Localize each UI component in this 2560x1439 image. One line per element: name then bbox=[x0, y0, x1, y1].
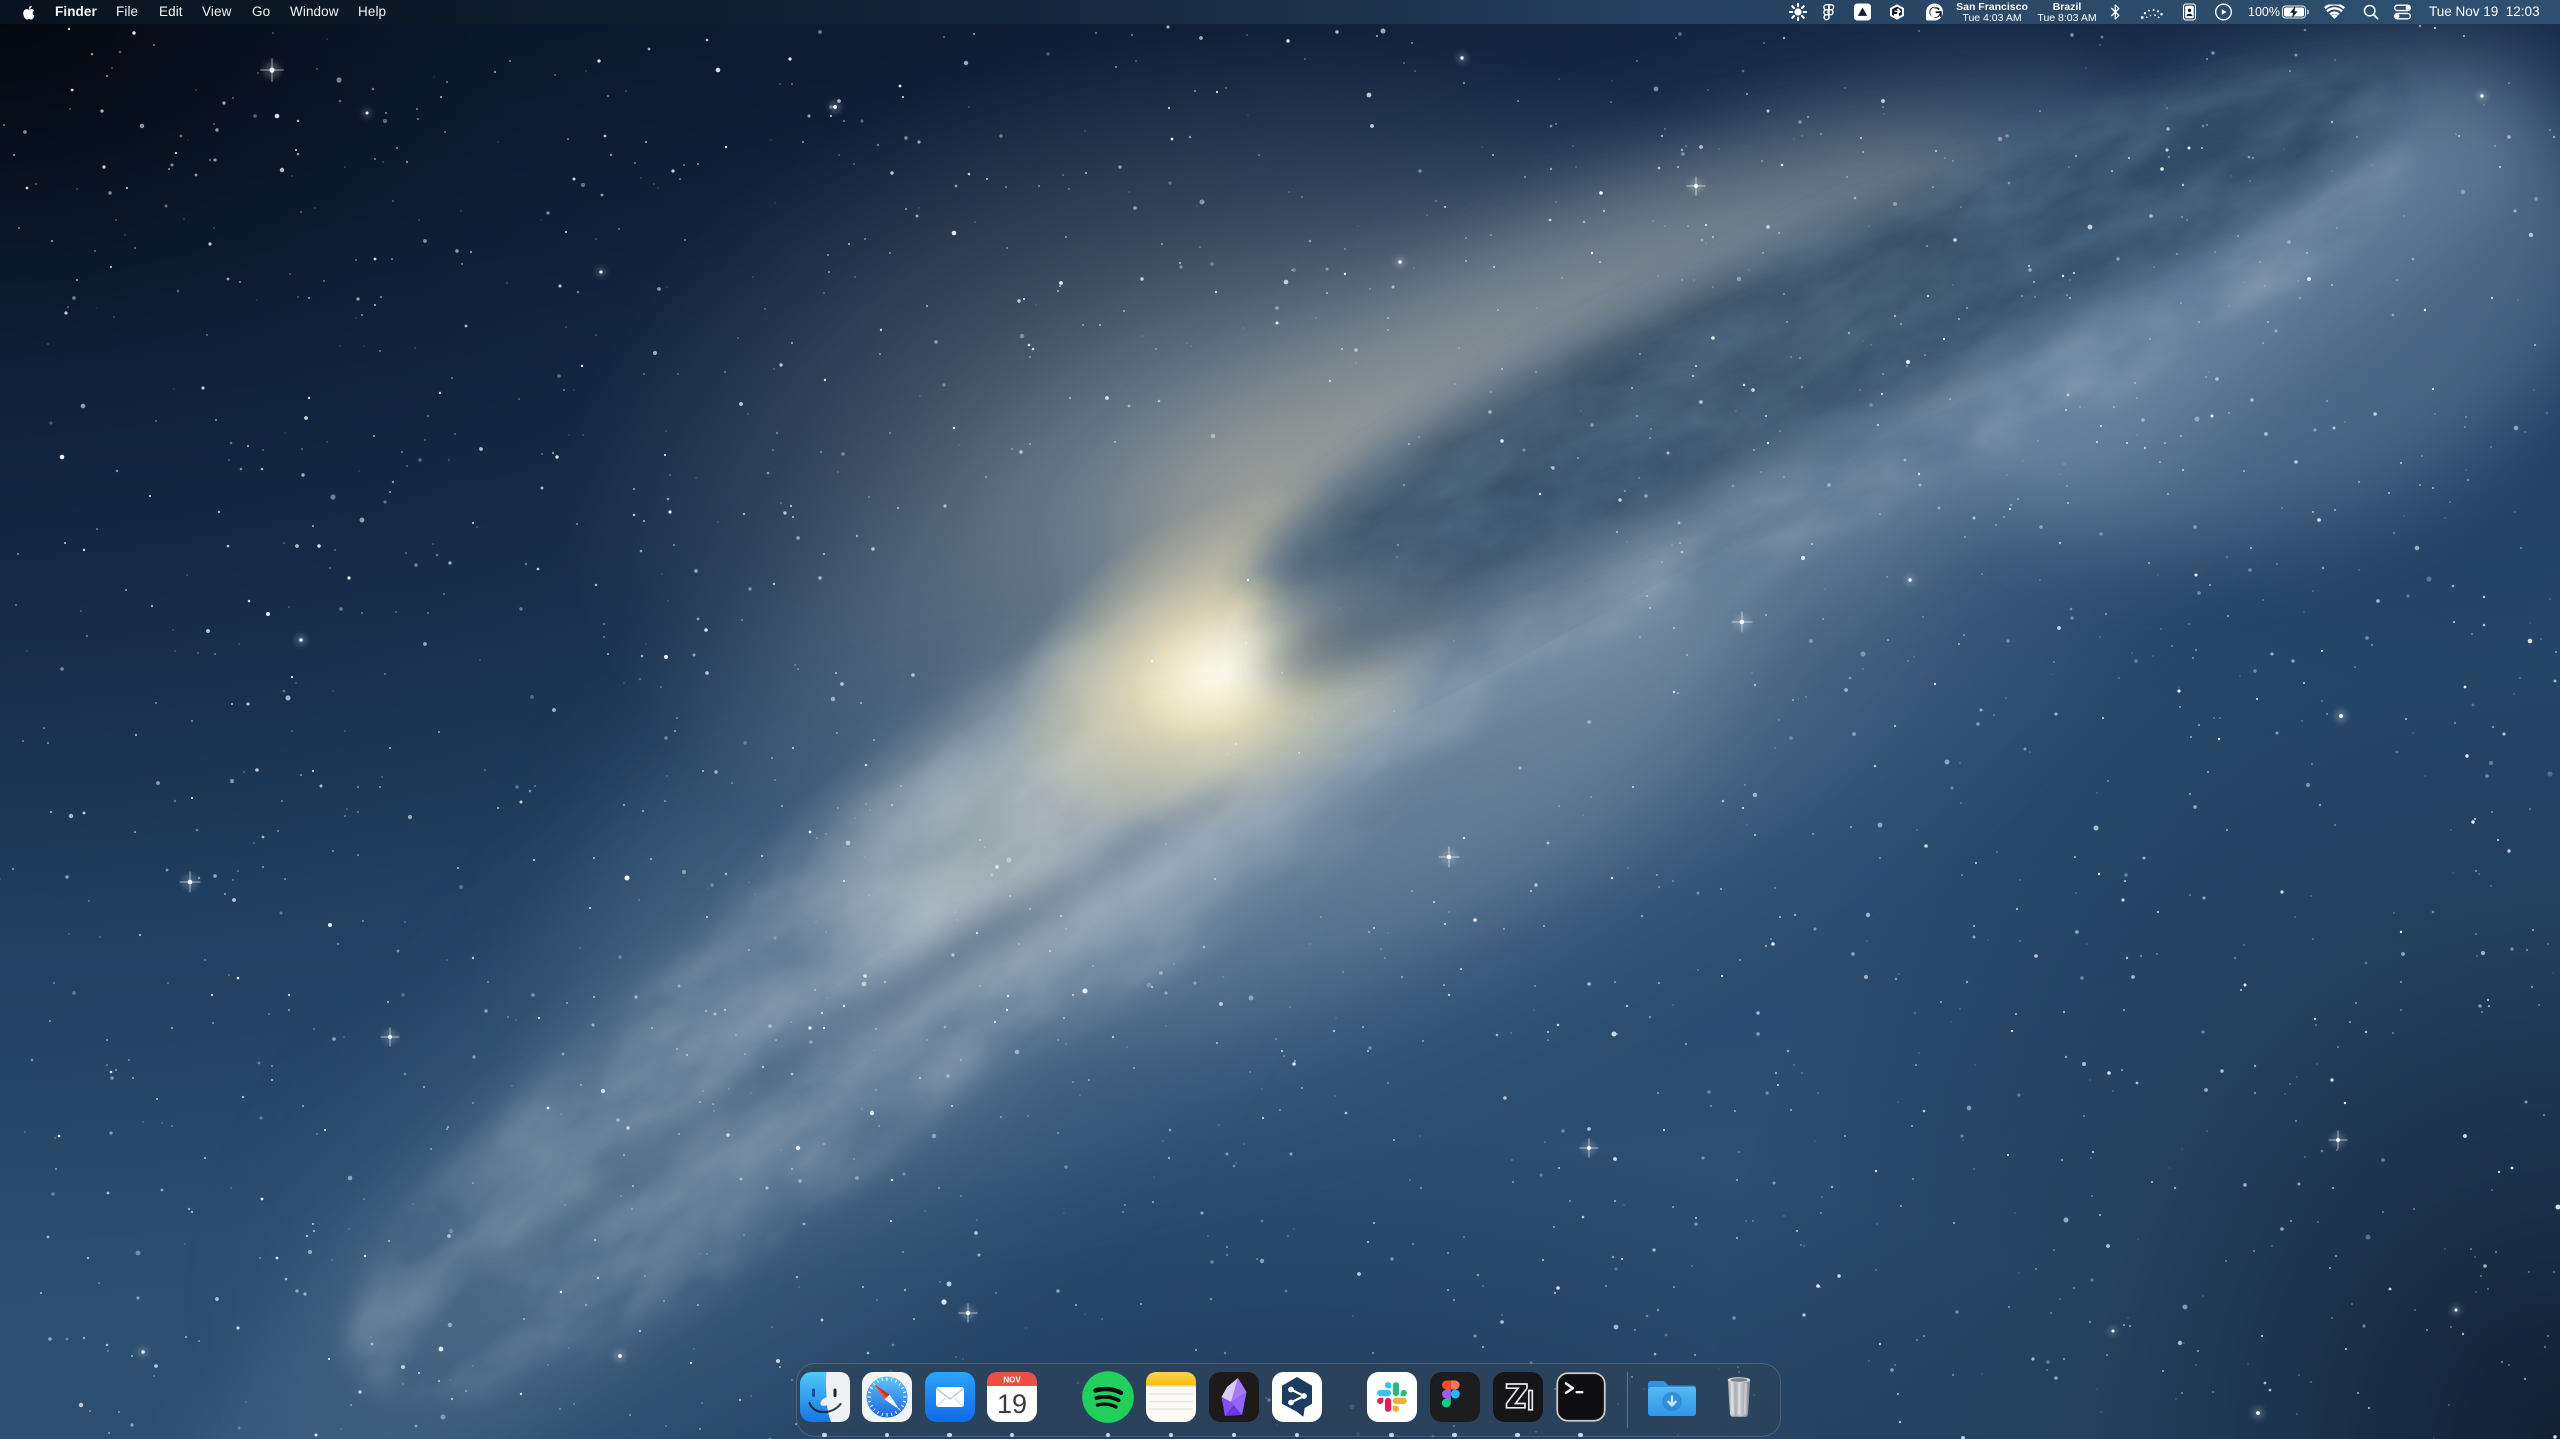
svg-text:19: 19 bbox=[997, 1389, 1027, 1419]
svg-text:NOV: NOV bbox=[1003, 1376, 1021, 1385]
